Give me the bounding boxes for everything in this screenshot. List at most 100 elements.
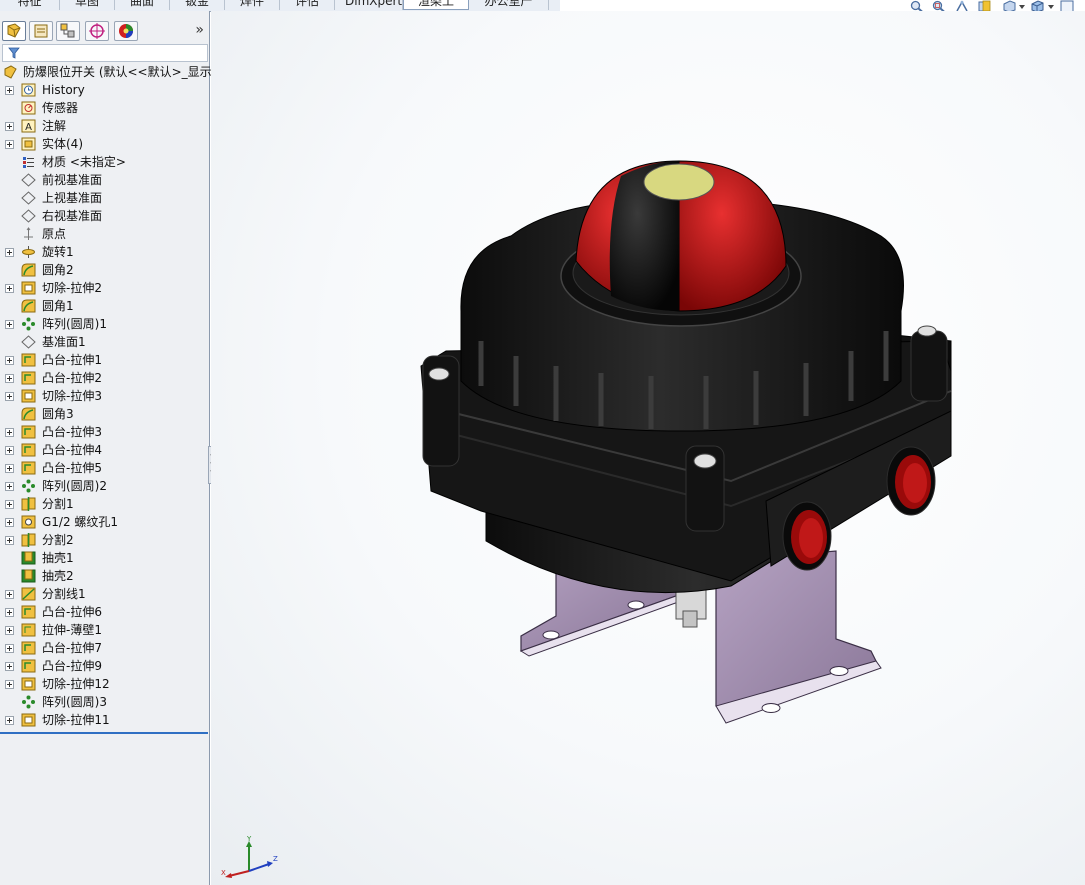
tree-node-shell2[interactable]: 抽壳2 [0,567,208,585]
split-icon [21,533,36,547]
fillet-icon [21,299,36,313]
tree-node-boss-extrude2[interactable]: 凸台-拉伸2 [0,369,208,387]
expand-toggle[interactable] [5,446,14,455]
expand-toggle[interactable] [5,644,14,653]
tree-node-circular-pattern1[interactable]: 阵列(圆周)1 [0,315,208,333]
solid-bodies-icon [21,137,36,151]
tree-node-revolve1[interactable]: 旋转1 [0,243,208,261]
chevron-down-icon[interactable] [1019,4,1025,10]
expand-toggle[interactable] [5,500,14,509]
tree-node-cut-extrude2[interactable]: 切除-拉伸2 [0,279,208,297]
property-manager-icon [34,24,48,38]
graphics-area[interactable]: Y X Z [211,11,1085,885]
tree-node-circular-pattern3[interactable]: 阵列(圆周)3 [0,693,208,711]
svg-text:A: A [25,122,32,133]
tree-node-thin-extrude1[interactable]: 拉伸-薄壁1 [0,621,208,639]
tab-render-tools[interactable]: 渲染工具 [403,0,469,10]
tree-node-cut-extrude3[interactable]: 切除-拉伸3 [0,387,208,405]
split-icon [21,497,36,511]
tree-node-plane1[interactable]: 基准面1 [0,333,208,351]
tree-node-circular-pattern2[interactable]: 阵列(圆周)2 [0,477,208,495]
plane-icon [21,191,36,205]
expand-toggle[interactable] [5,320,14,329]
expand-toggle[interactable] [5,536,14,545]
tab-evaluate[interactable]: 评估 [280,0,335,10]
expand-toggle[interactable] [5,392,14,401]
tab-sheet-metal[interactable]: 钣金 [170,0,225,10]
tree-node-annotations[interactable]: A 注解 [0,117,208,135]
tree-node-history[interactable]: History [0,81,208,99]
tree-node-boss-extrude7[interactable]: 凸台-拉伸7 [0,639,208,657]
expand-toggle[interactable] [5,284,14,293]
tree-node-material[interactable]: 材质 <未指定> [0,153,208,171]
tree-node-split1[interactable]: 分割1 [0,495,208,513]
tree-node-boss-extrude1[interactable]: 凸台-拉伸1 [0,351,208,369]
expand-toggle[interactable] [5,680,14,689]
cut-extrude-icon [21,281,36,295]
expand-toggle[interactable] [5,482,14,491]
expand-toggle[interactable] [5,626,14,635]
fillet-icon [21,263,36,277]
tab-sketch[interactable]: 草图 [60,0,115,10]
expand-toggle[interactable] [5,86,14,95]
tree-node-label: 凸台-拉伸9 [42,659,102,673]
expand-toggle[interactable] [5,122,14,131]
feature-manager-tab[interactable] [2,21,26,41]
tree-node-boss-extrude3[interactable]: 凸台-拉伸3 [0,423,208,441]
tree-node-boss-extrude4[interactable]: 凸台-拉伸4 [0,441,208,459]
tree-root-part[interactable]: 防爆限位开关 (默认<<默认>_显示 [0,63,212,81]
configuration-manager-tab[interactable] [56,21,80,41]
expand-toggle[interactable] [5,662,14,671]
feature-filter-bar[interactable] [2,44,208,62]
triad-y-label: Y [246,836,252,843]
tab-features[interactable]: 特征 [0,0,60,10]
tree-node-boss-extrude6[interactable]: 凸台-拉伸6 [0,603,208,621]
chevron-down-icon[interactable] [1048,4,1054,10]
expand-toggle[interactable] [5,464,14,473]
expand-toggle[interactable] [5,608,14,617]
more-tabs-button[interactable]: » [195,22,204,38]
boss-extrude-icon [21,461,36,475]
tree-node-label: 抽壳1 [42,551,74,565]
expand-toggle[interactable] [5,374,14,383]
tab-surfaces[interactable]: 曲面 [115,0,170,10]
expand-toggle[interactable] [5,518,14,527]
tree-node-fillet2[interactable]: 圆角2 [0,261,208,279]
boss-extrude-icon [21,659,36,673]
tree-node-cut-extrude12[interactable]: 切除-拉伸12 [0,675,208,693]
tree-node-fillet3[interactable]: 圆角3 [0,405,208,423]
position-indicator-dome[interactable] [575,160,787,312]
expand-toggle[interactable] [5,140,14,149]
tree-node-cut-extrude11[interactable]: 切除-拉伸11 [0,711,208,729]
tree-node-top-plane[interactable]: 上视基准面 [0,189,208,207]
tree-node-boss-extrude9[interactable]: 凸台-拉伸9 [0,657,208,675]
expand-toggle[interactable] [5,356,14,365]
tab-weldments[interactable]: 焊件 [225,0,280,10]
display-manager-tab[interactable] [114,21,138,41]
tree-node-solid-bodies[interactable]: 实体(4) [0,135,208,153]
tree-node-front-plane[interactable]: 前视基准面 [0,171,208,189]
tree-node-split2[interactable]: 分割2 [0,531,208,549]
tree-node-hole-wizard1[interactable]: G1/2 螺纹孔1 [0,513,208,531]
limit-switch-model[interactable] [211,11,1085,885]
expand-toggle[interactable] [5,248,14,257]
expand-toggle[interactable] [5,590,14,599]
tree-node-shell1[interactable]: 抽壳1 [0,549,208,567]
tree-node-sensors[interactable]: 传感器 [0,99,208,117]
tree-node-split-line1[interactable]: 分割线1 [0,585,208,603]
rollback-bar[interactable] [0,732,208,734]
triad-z-label: Z [273,855,278,863]
tab-dimxpert[interactable]: DimXpert [335,0,403,10]
tree-node-origin[interactable]: 原点 [0,225,208,243]
tree-node-fillet1[interactable]: 圆角1 [0,297,208,315]
tree-node-boss-extrude5[interactable]: 凸台-拉伸5 [0,459,208,477]
tree-node-label: 凸台-拉伸2 [42,371,102,385]
tree-node-label: 阵列(圆周)3 [42,695,107,709]
tree-node-right-plane[interactable]: 右视基准面 [0,207,208,225]
expand-toggle[interactable] [5,716,14,725]
filter-icon[interactable] [8,47,20,59]
dimxpert-manager-tab[interactable] [85,21,109,41]
expand-toggle[interactable] [5,428,14,437]
property-manager-tab[interactable] [29,21,53,41]
tab-office-products[interactable]: 办公室产品 [469,0,549,10]
